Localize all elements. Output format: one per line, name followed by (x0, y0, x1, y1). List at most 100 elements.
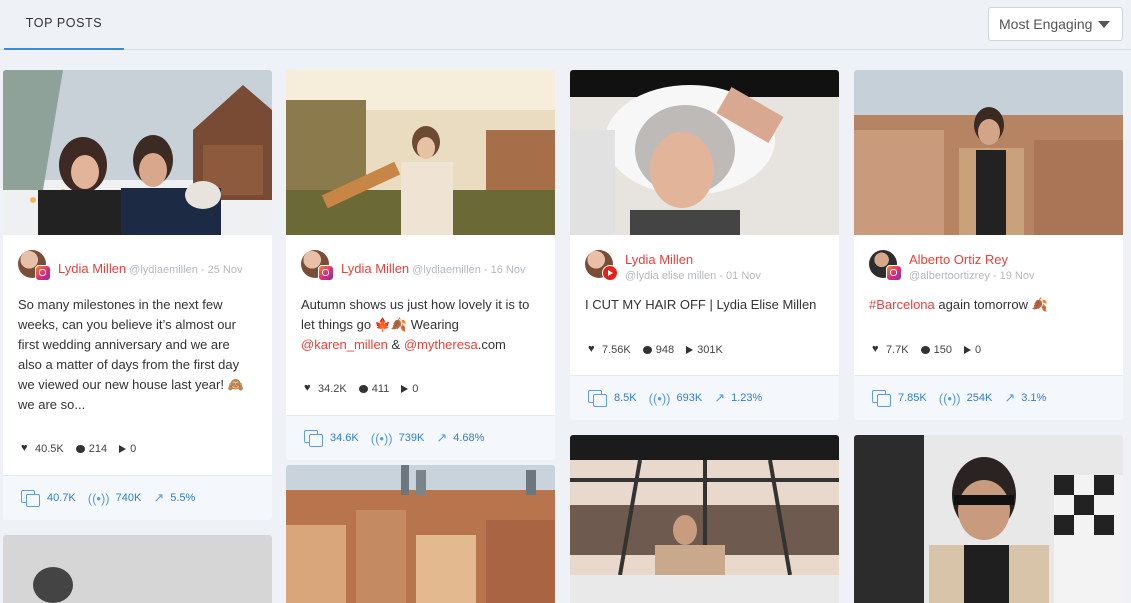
post-card[interactable] (286, 465, 555, 603)
caption-text: & (387, 337, 404, 352)
mention-link[interactable]: @karen_millen (301, 337, 388, 352)
play-icon (686, 346, 694, 354)
engagement-value: 40.7K (47, 492, 76, 504)
youtube-icon (602, 265, 618, 281)
trend-icon: ↗ (153, 490, 165, 505)
post-stats: 40.5K 214 0 (21, 442, 148, 456)
post-column-2: Lydia Millen @lydiaemillen - 16 Nov Autum… (286, 70, 555, 603)
post-card[interactable]: Lydia Millen @lydiaemillen - 16 Nov Autum… (286, 70, 555, 460)
instagram-icon (318, 265, 334, 281)
documents-icon (872, 390, 892, 407)
comments-count: 411 (371, 383, 390, 395)
post-image[interactable] (854, 435, 1123, 603)
sort-dropdown[interactable]: Most Engaging (988, 7, 1123, 41)
likes-count: 7.56K (602, 344, 631, 356)
heart-icon (872, 343, 882, 355)
avatar[interactable] (301, 250, 334, 281)
author-handle: @lydiaemillen - 16 Nov (412, 264, 526, 276)
reach-value: 739K (398, 432, 425, 444)
rate-value: 5.5% (170, 492, 196, 504)
post-card[interactable] (570, 435, 839, 603)
views-count: 0 (130, 443, 137, 455)
post-header: Lydia Millen @lydia elise millen - 01 No… (570, 235, 839, 285)
post-stats: 7.56K 948 301K (588, 343, 735, 357)
instagram-icon (886, 265, 902, 281)
rate-value: 3.1% (1021, 392, 1047, 404)
post-card[interactable] (3, 535, 272, 603)
post-card[interactable]: Alberto Ortiz Rey @albertoortizrey - 19 … (854, 70, 1123, 420)
post-image[interactable] (570, 435, 839, 603)
likes-count: 7.7K (886, 344, 909, 356)
post-card[interactable]: Lydia Millen @lydiaemillen - 25 Nov So ma… (3, 70, 272, 520)
post-header: Alberto Ortiz Rey @albertoortizrey - 19 … (854, 235, 1123, 285)
hashtag-link[interactable]: #Barcelona (869, 297, 935, 312)
author-name[interactable]: Lydia Millen (625, 252, 693, 267)
mention-link[interactable]: @mytheresa (404, 337, 478, 352)
comments-count: 214 (88, 443, 108, 455)
broadcast-icon: ((•)) (938, 390, 961, 406)
post-image[interactable] (854, 70, 1123, 235)
post-card[interactable] (854, 435, 1123, 603)
post-metrics: 34.6K ((•)) 739K ↗ 4.68% (286, 415, 555, 460)
reach-value: 693K (676, 392, 703, 404)
avatar[interactable] (18, 250, 51, 281)
post-column-4: Alberto Ortiz Rey @albertoortizrey - 19 … (854, 70, 1123, 603)
trend-icon: ↗ (714, 390, 726, 405)
comments-count: 150 (933, 344, 952, 356)
broadcast-icon: ((•)) (87, 490, 110, 506)
author-name[interactable]: Alberto Ortiz Rey (909, 252, 1008, 267)
caption-text: again tomorrow 🍂 (934, 297, 1048, 312)
post-image[interactable] (3, 70, 272, 235)
tab-top-posts[interactable]: TOP POSTS (4, 0, 124, 50)
post-image[interactable] (286, 70, 555, 235)
top-bar: TOP POSTS Most Engaging (0, 0, 1131, 50)
caption-text: .com (477, 337, 506, 352)
views-count: 0 (975, 344, 982, 356)
likes-count: 40.5K (35, 443, 64, 455)
post-image[interactable] (286, 465, 555, 603)
documents-icon (304, 430, 324, 447)
post-metrics: 8.5K ((•)) 693K ↗ 1.23% (570, 375, 839, 420)
comments-count: 948 (655, 344, 675, 356)
post-image[interactable] (3, 535, 272, 603)
author-name[interactable]: Lydia Millen (341, 261, 409, 276)
broadcast-icon: ((•)) (648, 390, 671, 406)
post-image[interactable] (570, 70, 839, 235)
post-stats: 34.2K 411 0 (304, 382, 430, 396)
post-caption: #Barcelona again tomorrow 🍂 (854, 285, 1123, 315)
post-column-3: Lydia Millen @lydia elise millen - 01 No… (570, 70, 839, 603)
author-line: Lydia Millen @lydiaemillen - 16 Nov (341, 261, 525, 276)
post-caption: I CUT MY HAIR OFF | Lydia Elise Millen (585, 297, 817, 312)
post-metrics: 40.7K ((•)) 740K ↗ 5.5% (3, 475, 272, 520)
sort-dropdown-value: Most Engaging (999, 16, 1093, 32)
author-name[interactable]: Lydia Millen (58, 261, 126, 276)
heart-icon (588, 343, 598, 355)
heart-icon (304, 382, 314, 394)
broadcast-icon: ((•)) (370, 430, 393, 446)
post-stats: 7.7K 150 0 (872, 343, 993, 357)
chevron-down-icon (1098, 21, 1110, 28)
post-card[interactable]: Lydia Millen @lydia elise millen - 01 No… (570, 70, 839, 420)
avatar[interactable] (869, 250, 902, 281)
trend-icon: ↗ (1004, 390, 1016, 405)
rate-value: 4.68% (453, 432, 485, 444)
comment-icon (75, 445, 85, 453)
engagement-value: 8.5K (614, 392, 637, 404)
rate-value: 1.23% (731, 392, 763, 404)
comment-icon (920, 346, 930, 354)
engagement-value: 7.85K (898, 392, 927, 404)
play-icon (401, 385, 409, 393)
author-handle: @lydia elise millen - 01 Nov (625, 270, 761, 282)
author-line: Alberto Ortiz Rey (909, 252, 1008, 267)
avatar[interactable] (585, 250, 618, 281)
post-metrics: 7.85K ((•)) 254K ↗ 3.1% (854, 375, 1123, 420)
documents-icon (21, 490, 41, 507)
documents-icon (588, 390, 608, 407)
heart-icon (21, 442, 31, 454)
instagram-icon (35, 265, 51, 281)
play-icon (964, 346, 971, 354)
comment-icon (358, 385, 368, 393)
post-header: Lydia Millen @lydiaemillen - 25 Nov (3, 235, 272, 285)
post-caption: So many milestones in the next few weeks… (18, 297, 244, 412)
trend-icon: ↗ (436, 430, 448, 445)
